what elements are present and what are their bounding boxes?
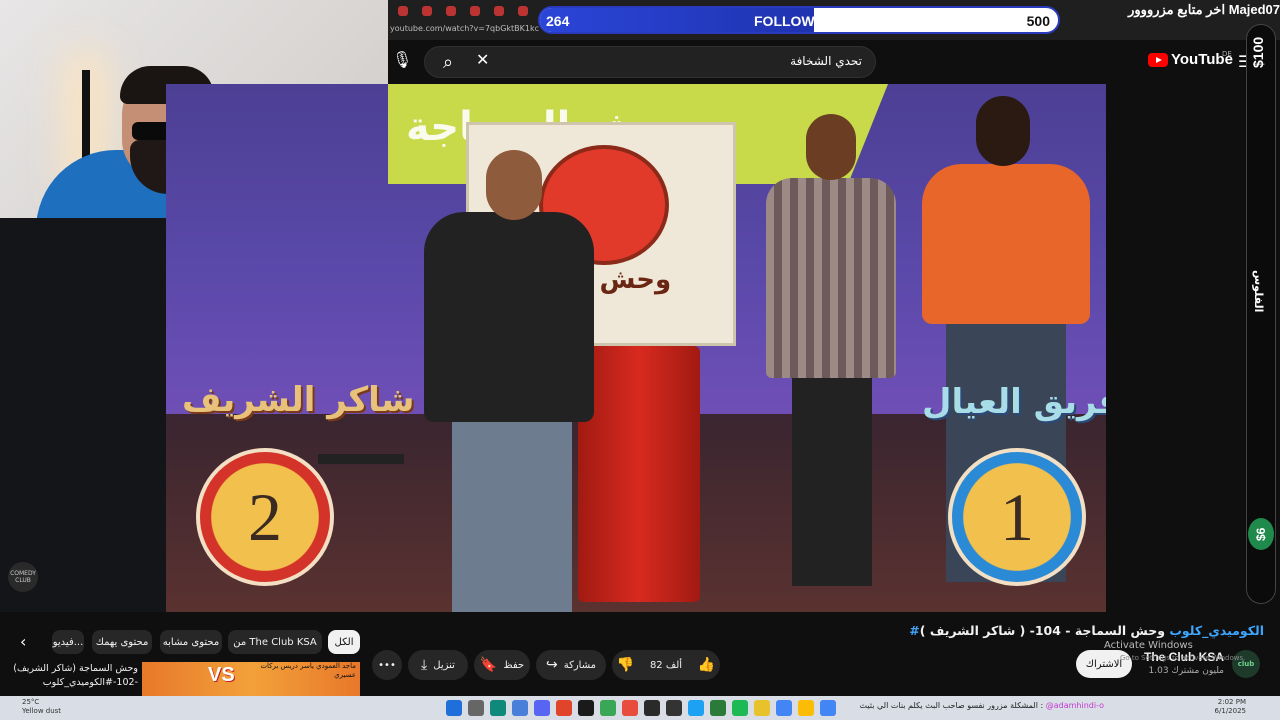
tab-icon[interactable] bbox=[518, 6, 528, 16]
download-icon: ⤓ bbox=[421, 657, 428, 673]
youtube-play-icon bbox=[1148, 52, 1168, 67]
brave-icon[interactable] bbox=[556, 700, 572, 716]
followers-label: FOLLOWERS bbox=[754, 13, 844, 29]
performer-legs bbox=[452, 416, 572, 612]
performer-body bbox=[766, 178, 896, 378]
close-icon[interactable]: ✕ bbox=[476, 50, 496, 72]
chrome-canary-icon[interactable] bbox=[798, 700, 814, 716]
donation-amount-top: $100 bbox=[1250, 36, 1266, 68]
like-count[interactable]: 82 ألف bbox=[650, 660, 682, 671]
performer-head bbox=[976, 96, 1030, 166]
chat-ticker: المشكلة مزرور نفسو صاحب البث يكلم بنات ا… bbox=[846, 701, 1104, 710]
search-taskbar-icon[interactable] bbox=[468, 700, 484, 716]
performer-legs bbox=[792, 376, 872, 586]
video-title-main: وحش السماجة - 104- ( شاكر الشريف ) bbox=[919, 623, 1166, 638]
performer-body bbox=[424, 212, 594, 422]
chip-from-channel[interactable]: من The Club KSA bbox=[228, 630, 322, 654]
performer-left bbox=[424, 150, 594, 612]
edge-icon[interactable] bbox=[490, 700, 506, 716]
followers-goal: 500 bbox=[1026, 13, 1050, 29]
app-icon-3[interactable] bbox=[710, 700, 726, 716]
left-dark-panel bbox=[0, 218, 166, 612]
chip-for-you[interactable]: محتوى يهمك bbox=[92, 630, 152, 654]
performer-body bbox=[922, 164, 1090, 324]
share-icon: ↪ bbox=[545, 657, 558, 673]
performer-head bbox=[486, 150, 542, 220]
share-button[interactable]: ↪ مشاركة bbox=[536, 650, 606, 680]
steam-icon[interactable] bbox=[666, 700, 682, 716]
google-icon-2[interactable] bbox=[820, 700, 836, 716]
video-player[interactable]: وحش السماجة وحش ال شاكر الشريف فريق العي… bbox=[166, 84, 1106, 612]
related-video-thumbnail[interactable]: VS ماجد العمودي ياسر دريس بركات عسيري bbox=[142, 662, 360, 696]
more-actions-button[interactable]: ••• bbox=[372, 650, 402, 680]
more-icon: ••• bbox=[378, 659, 396, 671]
spotify-icon[interactable] bbox=[732, 700, 748, 716]
start-icon[interactable] bbox=[446, 700, 462, 716]
red-barrel bbox=[578, 346, 700, 602]
region-code: DE bbox=[1222, 50, 1232, 58]
related-video-title[interactable]: وحش السماجة (شاكر الشريف) -102-#الكوميدي… bbox=[4, 662, 138, 690]
video-title: #الكوميدي_كلوب وحش السماجة - 104- ( شاكر… bbox=[900, 623, 1264, 638]
donation-amount-bottom: $6 bbox=[1248, 518, 1274, 550]
obs-icon[interactable] bbox=[644, 700, 660, 716]
chat-username: @adamhindi-o bbox=[1045, 701, 1104, 710]
donation-column bbox=[1246, 24, 1276, 604]
save-label: حفظ bbox=[503, 659, 525, 671]
chat-message: المشكلة مزرور نفسو صاحب البث يكلم بنات ا… bbox=[859, 701, 1044, 710]
team-left-name: شاكر الشريف bbox=[182, 380, 415, 420]
tab-icon[interactable] bbox=[422, 6, 432, 16]
followers-goal-bar: 264 FOLLOWERS 500 bbox=[538, 6, 1060, 34]
share-label: مشاركة bbox=[563, 659, 596, 671]
performer-head bbox=[806, 114, 856, 180]
google-icon[interactable] bbox=[776, 700, 792, 716]
weather-desc: Yellow dust bbox=[22, 707, 62, 715]
youtube-logo[interactable]: YouTube bbox=[1148, 51, 1233, 68]
activate-windows-sub: Go to Settings to activate Windows. bbox=[1120, 654, 1246, 662]
followers-current: 264 bbox=[546, 13, 570, 29]
thumbnail-names: ماجد العمودي ياسر دريس بركات عسيري bbox=[260, 662, 356, 679]
download-label: تنزيل bbox=[433, 659, 455, 671]
tab-icon[interactable] bbox=[470, 6, 480, 16]
team-right-name: فريق العيال bbox=[922, 382, 1106, 422]
weather-widget[interactable]: 25°C Yellow dust bbox=[22, 698, 61, 716]
weather-temp: 25°C bbox=[22, 698, 40, 706]
discord-icon[interactable] bbox=[534, 700, 550, 716]
clock-time: 2:02 PM bbox=[1217, 698, 1246, 706]
download-button[interactable]: ⤓ تنزيل bbox=[408, 650, 468, 680]
tab-icon[interactable] bbox=[446, 6, 456, 16]
bookmark-icon: 🔖 bbox=[479, 657, 498, 673]
last-follower-label: اخر متابع مزرووور Majed07 bbox=[1128, 2, 1280, 17]
system-tray-clock[interactable]: 2:02 PM 6/1/2025 bbox=[1190, 698, 1246, 716]
search-input[interactable]: تحدي الشخافة bbox=[700, 54, 862, 68]
subscriber-count: 1.03 مليون مشترك bbox=[1148, 666, 1225, 676]
chevron-left-icon[interactable]: ‹ bbox=[20, 632, 26, 651]
microphone-icon[interactable]: 🎙 bbox=[392, 50, 412, 72]
like-icon[interactable]: 👍 bbox=[698, 657, 715, 673]
clock-date: 6/1/2025 bbox=[1214, 707, 1246, 715]
files-icon[interactable] bbox=[512, 700, 528, 716]
score-right: 1 bbox=[948, 448, 1086, 586]
search-icon[interactable]: ⌕ bbox=[428, 48, 468, 76]
money-label: الفلوس bbox=[1252, 270, 1265, 313]
app-icon-2[interactable] bbox=[688, 700, 704, 716]
chrome-icon[interactable] bbox=[622, 700, 638, 716]
save-button[interactable]: 🔖 حفظ bbox=[474, 650, 530, 680]
address-bar-url[interactable]: youtube.com/watch?v=7qbGktBK1kc bbox=[390, 24, 539, 33]
tab-icon[interactable] bbox=[494, 6, 504, 16]
activate-windows-title: Activate Windows bbox=[1104, 640, 1193, 651]
score-left: 2 bbox=[196, 448, 334, 586]
chip-all[interactable]: الكل bbox=[328, 630, 360, 654]
comedy-club-logo: COMEDY CLUB bbox=[8, 562, 38, 592]
performer-middle bbox=[766, 114, 896, 612]
chip-videos[interactable]: فيديو... bbox=[52, 630, 84, 654]
minecraft-icon[interactable] bbox=[600, 700, 616, 716]
like-dislike-group: 👎 82 ألف 👍 bbox=[612, 650, 720, 680]
app-icon[interactable] bbox=[578, 700, 594, 716]
app-icon-4[interactable] bbox=[754, 700, 770, 716]
vs-label: VS bbox=[208, 664, 235, 686]
tab-icon[interactable] bbox=[398, 6, 408, 16]
chip-related[interactable]: محتوى مشابه bbox=[160, 630, 222, 654]
dislike-icon[interactable]: 👎 bbox=[617, 657, 634, 673]
